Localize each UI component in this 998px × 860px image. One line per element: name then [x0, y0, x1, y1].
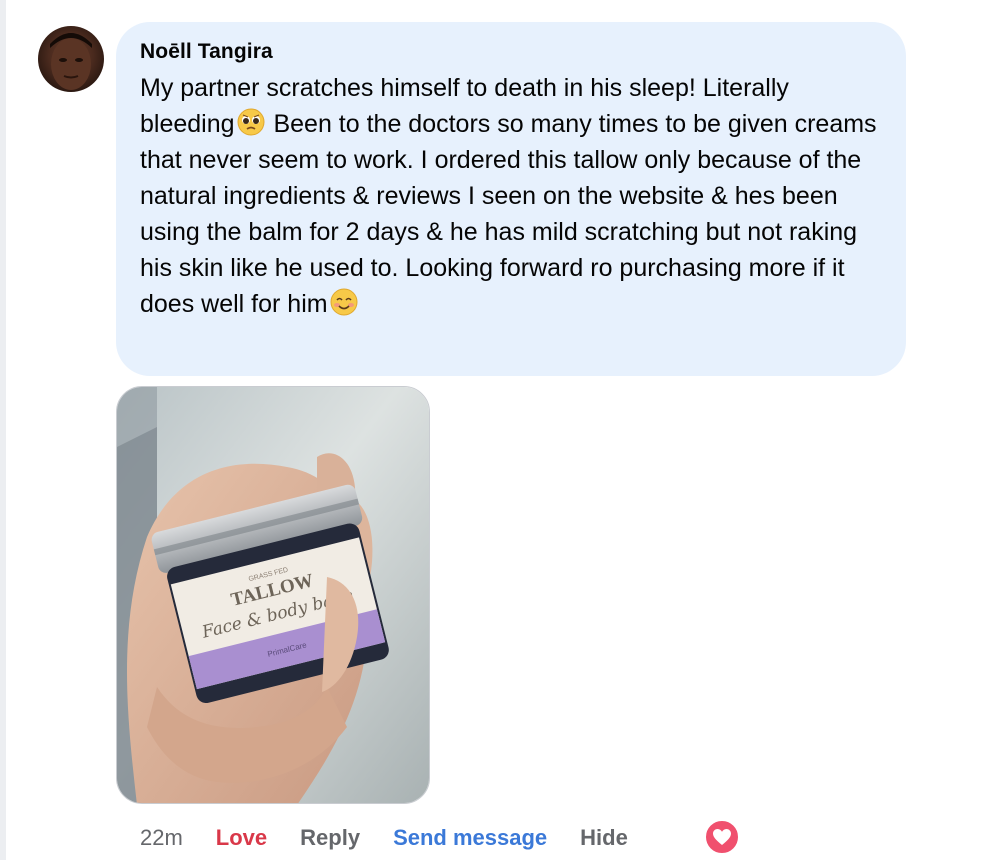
comment-photo[interactable]: GRASS FED TALLOW Face & body balm Primal…	[116, 386, 430, 804]
comment-timestamp[interactable]: 22m	[140, 825, 183, 851]
comment-author[interactable]: Noēll Tangira	[140, 38, 884, 66]
pleading-face-emoji	[237, 108, 265, 136]
send-message-button[interactable]: Send message	[393, 825, 547, 851]
comment-bubble: Noēll Tangira My partner scratches himse…	[116, 22, 906, 376]
love-button[interactable]: Love	[216, 825, 267, 851]
thread-line	[0, 0, 6, 860]
comment-actions: 22m Love Reply Send message Hide	[140, 818, 661, 858]
comment-text: My partner scratches himself to death in…	[140, 70, 884, 322]
reply-button[interactable]: Reply	[300, 825, 360, 851]
avatar[interactable]	[38, 26, 104, 92]
hide-button[interactable]: Hide	[580, 825, 628, 851]
smiling-face-emoji	[330, 288, 358, 316]
comment-text-part-2: Been to the doctors so many times to be …	[140, 110, 877, 318]
heart-icon	[713, 829, 731, 845]
reaction-badge[interactable]	[704, 819, 740, 855]
